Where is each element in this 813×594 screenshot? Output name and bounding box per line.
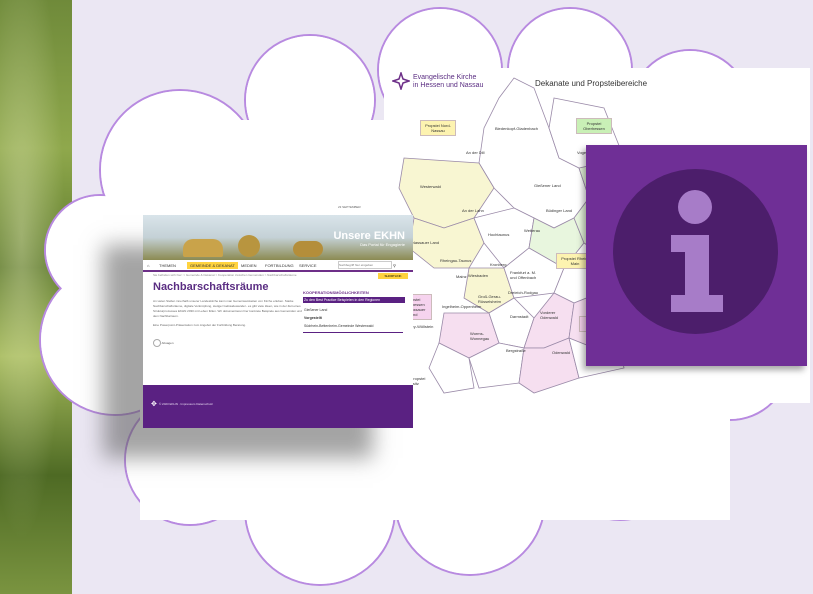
absagen-button[interactable]: Absagen	[153, 339, 174, 347]
footer-logo-icon: ✥	[151, 401, 157, 408]
intro-text: An vielen Stellen innerhalb unserer Land…	[153, 299, 302, 318]
nav-themen[interactable]: THEMEN	[159, 263, 176, 268]
sidebar-divider	[303, 332, 403, 333]
sidebar-item-westerwald[interactable]: Südrhein-Bettenheim-Gemeinde Westerwald	[303, 323, 405, 329]
nav-gemeinde-dekanat[interactable]: GEMEINDE & DEKANAT	[187, 262, 238, 269]
region-label: Westerwald	[420, 184, 441, 189]
region-label: Wetterau	[524, 228, 541, 233]
region-label: An der Dill	[466, 150, 485, 155]
region-label: Hochtaunus	[488, 232, 510, 237]
region-label: Gießener Land	[534, 183, 561, 188]
region-label: Dreieich-Rodgau	[508, 290, 539, 295]
badge-nord-nassau: Propstei Nord-Nassau	[420, 120, 456, 136]
info-glyph	[671, 190, 723, 312]
ekhn-logo-text: Evangelische Kirche in Hessen und Nassau	[413, 74, 483, 90]
region-label: Ingelheim-Oppenheim	[442, 304, 482, 309]
breadcrumb: Sie befinden sich hier: > Gemeinde & Dek…	[153, 273, 297, 277]
org-line-2: in Hessen und Nassau	[413, 82, 484, 89]
sidebar-item-vorgestellt: Vorgestellt	[304, 316, 322, 320]
region-label: Mainz	[456, 274, 467, 279]
hay-bale	[293, 241, 323, 257]
search-input[interactable]	[338, 261, 392, 269]
hay-bale	[238, 235, 260, 257]
ekhn-logo-icon	[392, 72, 410, 90]
circle-icon	[153, 339, 161, 347]
map-title: Dekanate und Propsteibereiche	[535, 79, 648, 88]
shortlink-button[interactable]: SHORTLINK	[378, 273, 408, 279]
info-icon	[613, 169, 778, 334]
nav-medien[interactable]: MEDIEN	[241, 263, 257, 268]
region-label: Vorderer Odenwald	[540, 310, 559, 320]
region-label: Rheingau-Taunus	[440, 258, 472, 263]
region-label: Büdinger Land	[546, 208, 573, 213]
region-label: Kronberg	[490, 262, 507, 267]
region-label: Nassauer Land	[412, 240, 440, 245]
region-label: Wiesbaden	[468, 273, 489, 278]
website-screenshot: Unsere EKHN Das Portal für Engagierte 23…	[143, 205, 413, 428]
date-ticker: 23 SEPTEMBER	[338, 205, 361, 209]
org-line-1: Evangelische Kirche	[413, 74, 477, 81]
region-label: Frankfurt a. M. und Offenbach	[510, 270, 537, 280]
absagen-label: Absagen	[161, 340, 174, 345]
hay-bale	[183, 239, 223, 257]
info-tile	[586, 145, 807, 366]
region-label: Biedenkopf-Gladenbach	[495, 126, 538, 131]
region-label: Odenwald	[552, 350, 571, 355]
region-label: An der Lahn	[462, 208, 484, 213]
region-label: Groß-Gerau-Rüsselsheim	[478, 294, 501, 304]
ppt-text: Eine Powerpoint-Präsentation zum Angebot…	[153, 323, 246, 327]
badge-oberhessen: Propstei Oberhessen	[576, 118, 612, 134]
sidebar-item-best-practice[interactable]: Zu den Best Practice Beispielen in den R…	[303, 297, 405, 303]
nav-service[interactable]: SERVICE	[299, 263, 317, 268]
sidebar-item-giessen[interactable]: Gießener Land	[303, 307, 405, 313]
footer-text: © 2023 EKHN · Impressum Datenschutz	[159, 402, 213, 406]
site-brand-sub: Das Portal für Engagierte	[360, 242, 405, 247]
sidebar-title: KOOPERATIONSMÖGLICHKEITEN	[303, 290, 369, 295]
site-footer: ✥ © 2023 EKHN · Impressum Datenschutz	[143, 385, 413, 428]
home-icon[interactable]: ⌂	[147, 263, 149, 268]
header-image: Unsere EKHN Das Portal für Engagierte 23…	[143, 205, 413, 260]
region-label: Darmstadt	[510, 314, 529, 319]
site-brand[interactable]: Unsere EKHN	[333, 230, 405, 242]
search-icon[interactable]: ⚲	[393, 263, 396, 268]
nav-fortbildung[interactable]: FORTBILDUNG	[265, 263, 294, 268]
region-label: Worms-Wonnegau	[470, 331, 490, 341]
page-heading: Nachbarschaftsräume	[153, 281, 269, 293]
main-nav: ⌂ THEMEN GEMEINDE & DEKANAT MEDIEN FORTB…	[143, 260, 413, 272]
region-label: Bergstraße	[506, 348, 526, 353]
